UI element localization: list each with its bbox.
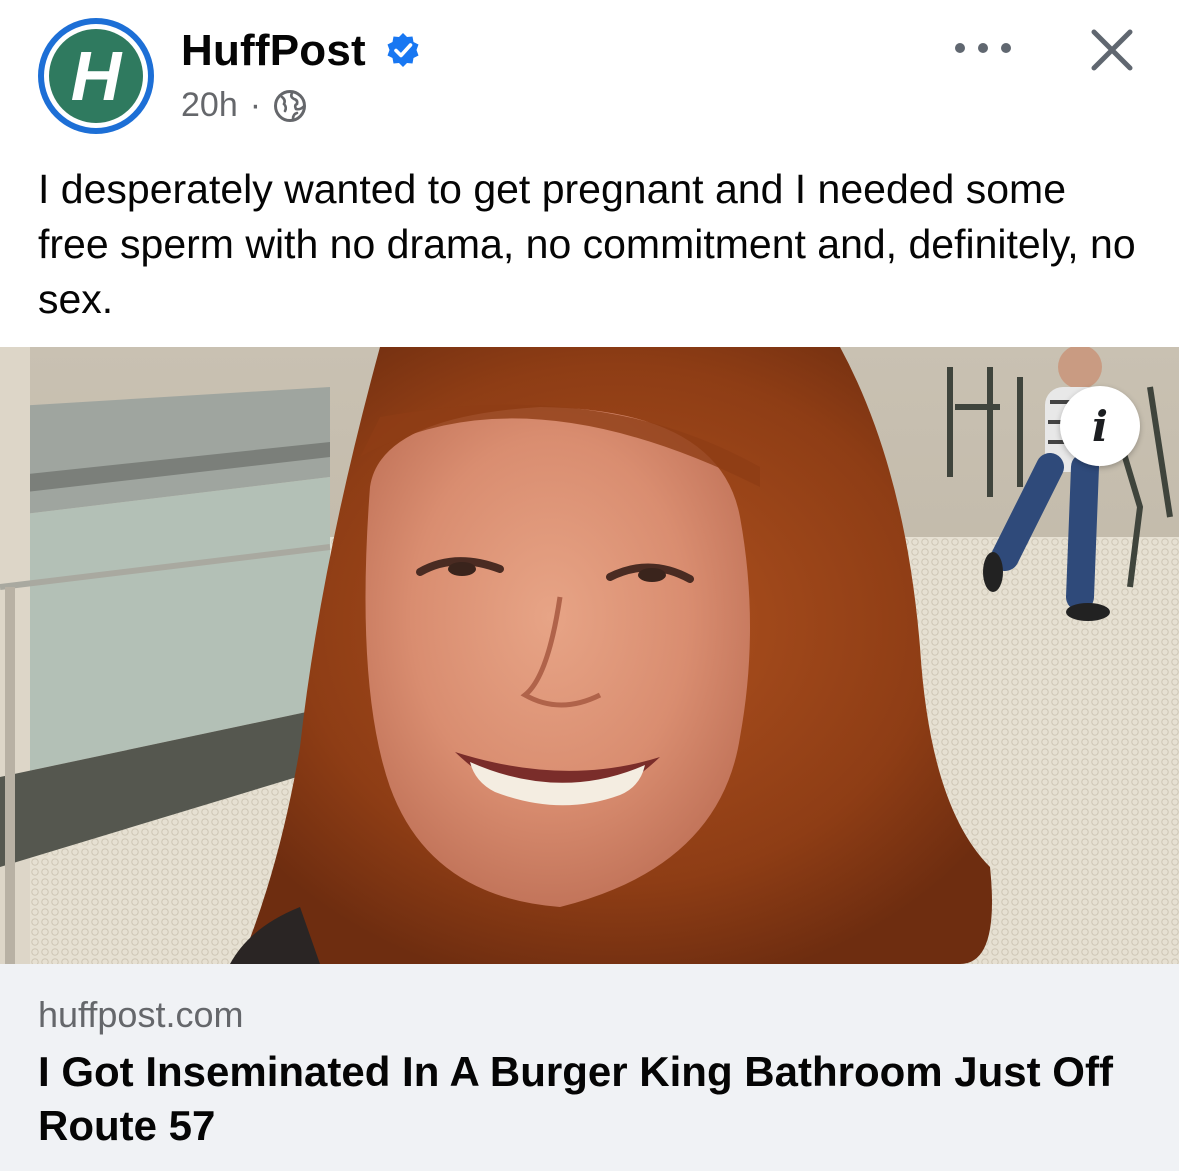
- page-avatar[interactable]: H: [38, 18, 154, 134]
- post-text: I desperately wanted to get pregnant and…: [38, 166, 1136, 322]
- meta-separator: ·: [249, 86, 262, 124]
- post-header: H HuffPost 20h ·: [0, 0, 1179, 150]
- page-name-link[interactable]: HuffPost: [181, 26, 366, 76]
- link-domain: huffpost.com: [38, 994, 244, 1035]
- post-timestamp[interactable]: 20h: [181, 86, 238, 125]
- close-icon[interactable]: [1086, 24, 1138, 76]
- post-meta: 20h ·: [181, 86, 307, 125]
- article-photo-illustration: [0, 347, 1179, 964]
- globe-icon: [274, 89, 307, 122]
- more-options-icon: [955, 43, 965, 53]
- more-options-button[interactable]: [955, 28, 1011, 68]
- article-photo[interactable]: [0, 347, 1179, 964]
- info-button[interactable]: i: [1060, 386, 1140, 466]
- huffpost-logo: H: [49, 29, 143, 123]
- verified-badge-icon: [387, 33, 419, 67]
- link-headline[interactable]: I Got Inseminated In A Burger King Bathr…: [38, 1045, 1138, 1153]
